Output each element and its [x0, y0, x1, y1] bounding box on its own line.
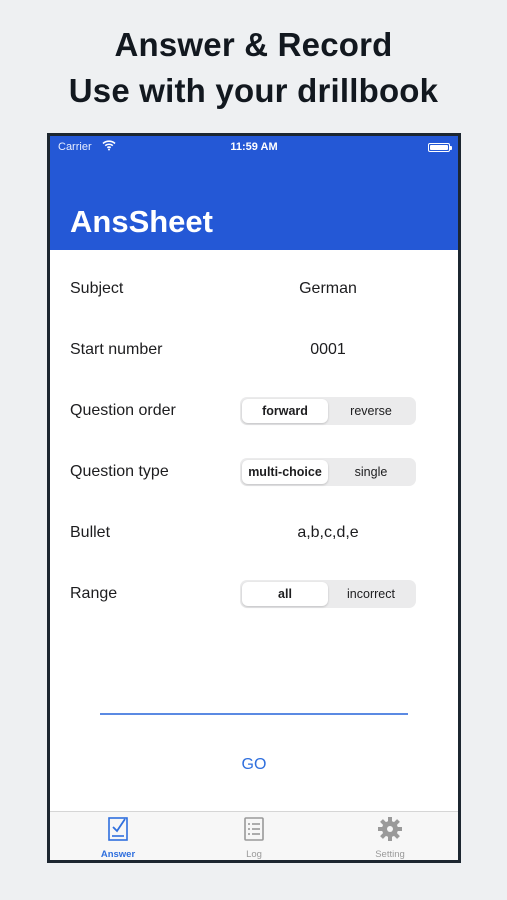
question-order-forward-option[interactable]: forward: [242, 399, 328, 423]
separator-line: [100, 713, 408, 715]
headline-line-2: Use with your drillbook: [68, 72, 439, 109]
log-list-icon: [186, 816, 322, 847]
bullet-value[interactable]: a,b,c,d,e: [240, 524, 416, 542]
question-order-reverse-option[interactable]: reverse: [328, 399, 414, 423]
bullet-label: Bullet: [70, 524, 111, 541]
page-title: AnsSheet: [70, 204, 213, 239]
range-label: Range: [70, 585, 118, 602]
tab-bar: Answer Log Setting: [50, 811, 458, 860]
question-type-single-option[interactable]: single: [328, 460, 414, 484]
subject-label: Subject: [70, 280, 124, 297]
headline-line-1: Answer & Record: [114, 26, 393, 63]
navigation-bar: AnsSheet: [50, 160, 458, 250]
tab-answer[interactable]: Answer: [50, 816, 186, 860]
question-type-control: multi-choice single: [240, 458, 416, 486]
phone-screen: Carrier 11:59 AM AnsSheet Subject German…: [47, 133, 461, 863]
tab-setting-label: Setting: [375, 849, 405, 860]
question-order-control: forward reverse: [240, 397, 416, 425]
tab-setting[interactable]: Setting: [322, 816, 458, 860]
clock-time: 11:59 AM: [230, 141, 278, 153]
question-type-label: Question type: [70, 463, 169, 480]
answer-sheet-icon: [50, 816, 186, 847]
question-type-multi-choice-option[interactable]: multi-choice: [242, 460, 328, 484]
start-number-label: Start number: [70, 341, 163, 358]
range-all-option[interactable]: all: [242, 582, 328, 606]
range-incorrect-option[interactable]: incorrect: [328, 582, 414, 606]
range-control: all incorrect: [240, 580, 416, 608]
start-number-value[interactable]: 0001: [240, 341, 416, 359]
tab-log[interactable]: Log: [186, 816, 322, 860]
go-button[interactable]: GO: [50, 756, 458, 774]
gear-icon: [322, 816, 458, 847]
tab-log-label: Log: [246, 849, 262, 860]
subject-value[interactable]: German: [240, 280, 416, 298]
battery-icon: [428, 143, 452, 152]
tab-answer-label: Answer: [100, 849, 136, 860]
status-bar: Carrier 11:59 AM: [50, 136, 458, 160]
question-order-label: Question order: [70, 402, 176, 419]
